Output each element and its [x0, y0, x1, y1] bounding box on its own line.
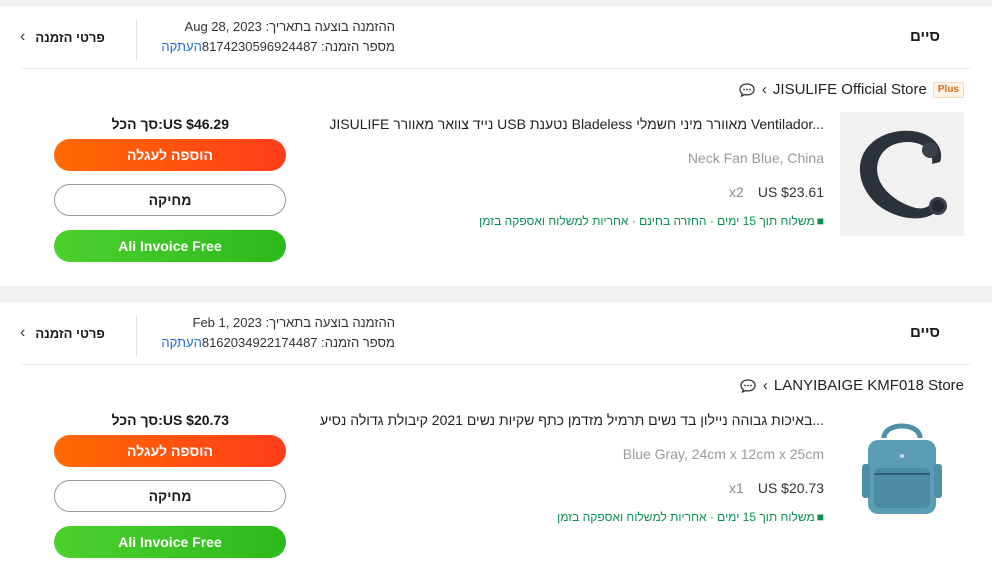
shipping-text: משלוח תוך 15 ימים · אחריות למשלוח ואספקה…	[557, 510, 815, 524]
order-total: סך הכל:US $20.73	[111, 412, 229, 428]
store-link[interactable]: ‹ JISULIFE Official Store Plus	[738, 81, 964, 98]
divider	[22, 68, 970, 69]
ali-invoice-button[interactable]: Ali Invoice Free	[54, 230, 286, 262]
order-date-label: ההזמנה בוצעה בתאריך:	[265, 19, 395, 34]
product-price-row: x2 US $23.61	[729, 184, 824, 200]
delete-button[interactable]: מחיקה	[54, 184, 286, 216]
chat-icon[interactable]	[738, 82, 756, 98]
divider	[136, 19, 137, 61]
product-variant: Blue Gray, 24cm x 12cm x 25cm	[622, 446, 824, 462]
chevron-left-icon: ‹	[762, 377, 768, 394]
chat-icon[interactable]	[739, 378, 757, 394]
truck-icon: ■	[816, 214, 824, 228]
neck-fan-image	[840, 112, 964, 236]
order-status: סיים	[909, 28, 940, 45]
shipping-info: ■ משלוח תוך 15 ימים · אחריות למשלוח ואספ…	[557, 510, 824, 524]
order-details-link[interactable]: ‹ פרטי הזמנה	[20, 28, 105, 46]
order-details-label: פרטי הזמנה	[35, 325, 105, 341]
backpack-image	[840, 408, 964, 532]
chevron-left-icon: ‹	[761, 81, 767, 98]
product-variant: Neck Fan Blue, China	[687, 150, 824, 166]
add-to-cart-button[interactable]: הוספה לעגלה	[54, 139, 286, 171]
order-total: סך הכל:US $46.29	[111, 116, 229, 132]
shipping-info: ■ משלוח תוך 15 ימים · החזרה בחינם · אחרי…	[479, 214, 824, 228]
ali-invoice-button[interactable]: Ali Invoice Free	[54, 526, 286, 558]
product-image[interactable]	[840, 408, 964, 532]
order-details-label: פרטי הזמנה	[35, 29, 105, 45]
unit-price: US $23.61	[757, 184, 824, 200]
order-card: סיים ההזמנה בוצעה בתאריך: Feb 1, 2023 מס…	[0, 302, 992, 574]
order-details-link[interactable]: ‹ פרטי הזמנה	[20, 324, 105, 342]
store-name: LANYIBAIGE KMF018 Store	[773, 377, 964, 394]
copy-link[interactable]: העתקה	[161, 39, 201, 54]
delete-button[interactable]: מחיקה	[54, 480, 286, 512]
copy-link[interactable]: העתקה	[161, 335, 201, 350]
order-status: סיים	[909, 324, 940, 341]
truck-icon: ■	[816, 510, 824, 524]
order-date: Aug 28, 2023	[184, 19, 262, 34]
order-meta: ההזמנה בוצעה בתאריך: Feb 1, 2023 מספר הז…	[155, 313, 395, 353]
chevron-left-icon: ‹	[20, 324, 26, 341]
product-price-row: x1 US $20.73	[729, 480, 824, 496]
order-meta: ההזמנה בוצעה בתאריך: Aug 28, 2023 מספר ה…	[155, 17, 395, 57]
order-date-label: ההזמנה בוצעה בתאריך:	[265, 315, 395, 330]
divider	[22, 364, 970, 365]
order-date: Feb 1, 2023	[192, 315, 262, 330]
store-link[interactable]: ‹ LANYIBAIGE KMF018 Store	[739, 377, 964, 394]
chevron-left-icon: ‹	[20, 28, 26, 45]
quantity: x1	[729, 480, 744, 496]
unit-price: US $20.73	[757, 480, 824, 496]
quantity: x2	[729, 184, 744, 200]
order-number: 8174230596924487	[201, 39, 318, 54]
order-number-label: מספר הזמנה:	[321, 39, 395, 54]
shipping-text: משלוח תוך 15 ימים · החזרה בחינם · אחריות…	[479, 214, 815, 228]
store-name: JISULIFE Official Store	[772, 81, 927, 98]
add-to-cart-button[interactable]: הוספה לעגלה	[54, 435, 286, 467]
divider	[136, 315, 137, 357]
product-image[interactable]	[840, 112, 964, 236]
product-title[interactable]: באיכות גבוהה ניילון בד נשים תרמיל מזדמן …	[320, 412, 824, 428]
order-card: סיים ההזמנה בוצעה בתאריך: Aug 28, 2023 מ…	[0, 6, 992, 286]
order-number-label: מספר הזמנה:	[321, 335, 395, 350]
product-title[interactable]: JISULIFE נייד צוואר מאוורר USB נטענת Bla…	[329, 116, 824, 132]
plus-badge: Plus	[932, 81, 964, 98]
order-number: 8162034922174487	[201, 335, 318, 350]
